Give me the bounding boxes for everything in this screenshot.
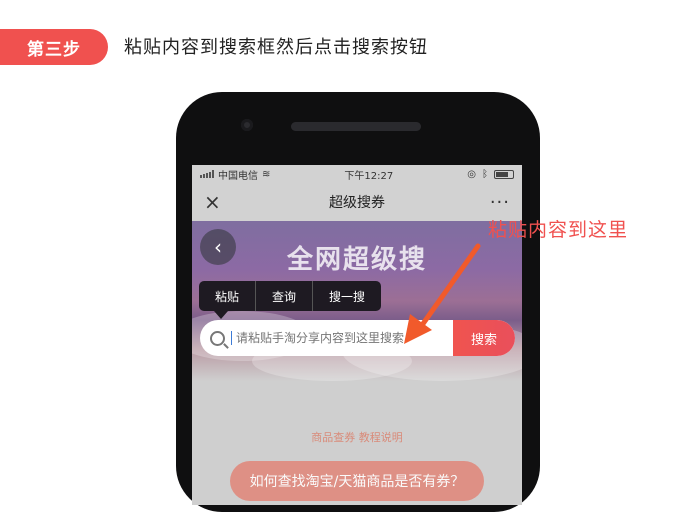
battery-icon <box>493 169 514 179</box>
wifi-icon: ≋ <box>262 168 271 180</box>
more-icon[interactable]: ··· <box>490 192 510 213</box>
context-menu-lookup[interactable]: 查询 <box>256 281 314 311</box>
carrier-label: 中国电信 <box>218 170 258 182</box>
lock-rotation-icon: ◎ <box>467 168 476 180</box>
camera-icon <box>241 119 253 131</box>
annotation-label: 粘贴内容到这里 <box>488 219 629 241</box>
context-menu-search[interactable]: 搜一搜 <box>313 281 381 311</box>
status-bar: 中国电信 ≋ 下午12:27 ◎ ᛒ <box>192 165 522 183</box>
nav-bar: × 超级搜券 ··· <box>192 183 522 221</box>
how-to-button[interactable]: 如何查找淘宝/天猫商品是否有券？ <box>230 461 484 501</box>
status-time: 下午12:27 <box>344 170 394 182</box>
context-menu-pointer <box>214 311 228 319</box>
context-menu: 粘贴 查询 搜一搜 <box>199 281 382 311</box>
context-menu-paste[interactable]: 粘贴 <box>199 281 257 311</box>
page-title: 超级搜券 <box>329 195 385 211</box>
step-badge: 第三步 <box>0 29 108 65</box>
annotation-arrow-icon <box>404 243 481 344</box>
bluetooth-icon: ᛒ <box>481 168 488 180</box>
speaker-grille <box>291 122 421 131</box>
tutorial-links[interactable]: 商品查券 教程说明 <box>192 429 522 445</box>
signal-icon <box>200 170 214 178</box>
close-icon[interactable]: × <box>204 190 228 214</box>
step-title: 粘贴内容到搜索框然后点击搜索按钮 <box>124 37 428 58</box>
search-icon <box>210 330 225 346</box>
